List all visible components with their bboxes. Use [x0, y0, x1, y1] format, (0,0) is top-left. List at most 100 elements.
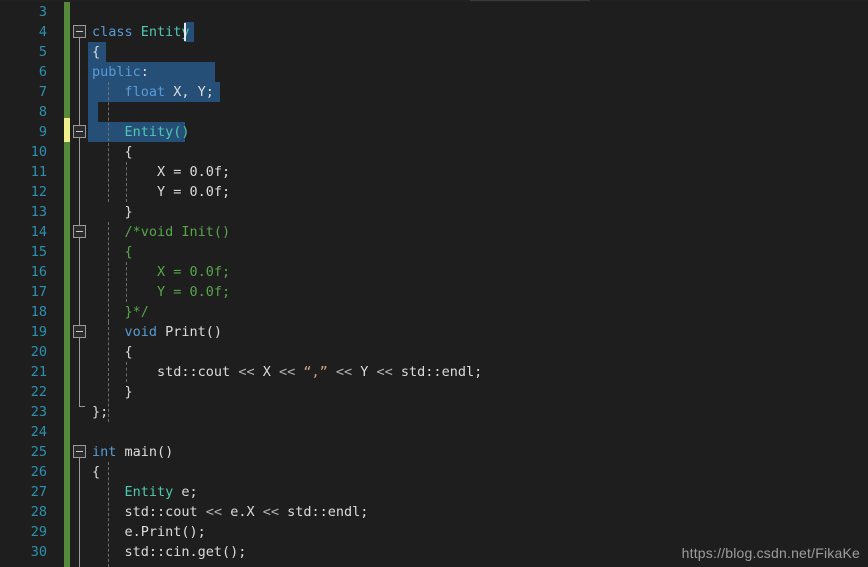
- line-number: 27: [30, 484, 47, 500]
- line-number: 12: [30, 184, 47, 200]
- line-number: 16: [30, 264, 47, 280]
- token-comment: X = 0.0f;: [92, 264, 231, 280]
- token-keyword: void: [92, 324, 158, 340]
- token-operator: <<: [335, 364, 353, 380]
- line-number: 15: [30, 244, 47, 260]
- token-plain: {: [92, 144, 133, 160]
- token-operator: <<: [278, 364, 296, 380]
- token-plain: std::cin.get();: [92, 544, 247, 560]
- line-number: 24: [30, 424, 47, 440]
- code-line: float X, Y;: [0, 82, 868, 102]
- code-line: {: [0, 342, 868, 362]
- line-number: 23: [30, 404, 47, 420]
- token-plain: Y: [352, 364, 377, 380]
- line-number: 3: [38, 4, 47, 20]
- token-plain: X = 0.0f;: [92, 164, 231, 180]
- fold-toggle-icon[interactable]: [73, 445, 86, 458]
- fold-toggle-icon[interactable]: [73, 125, 86, 138]
- fold-toggle-icon[interactable]: [73, 225, 86, 238]
- line-number-gutter: 3 4 5 6 7 8 9 10 11 12 13 14 15 16 17 18…: [0, 0, 56, 567]
- fold-range-line: [79, 458, 80, 567]
- code-line: int main(): [0, 442, 868, 462]
- line-number: 6: [38, 64, 47, 80]
- line-number: 10: [30, 144, 47, 160]
- token-plain: :: [140, 64, 149, 80]
- line-number: 21: [30, 364, 47, 380]
- fold-range-line: [79, 38, 80, 406]
- line-number: 18: [30, 304, 47, 320]
- line-number: 8: [38, 104, 47, 120]
- token-operator: <<: [238, 364, 255, 380]
- token-comment: Y = 0.0f;: [92, 284, 231, 300]
- token-plain: };: [92, 404, 109, 420]
- line-number: 13: [30, 204, 47, 220]
- token-plain: {: [92, 464, 101, 480]
- token-plain: }: [92, 384, 133, 400]
- change-indicator-bar: [64, 0, 70, 567]
- editor-top-divider: [0, 0, 868, 2]
- outlining-column[interactable]: [72, 0, 92, 567]
- change-segment-saved: [64, 142, 70, 567]
- line-number: 29: [30, 524, 47, 540]
- line-number: 17: [30, 284, 47, 300]
- token-plain: main(): [116, 444, 174, 460]
- token-plain: Y = 0.0f;: [92, 184, 231, 200]
- token-keyword: public: [92, 64, 141, 80]
- token-plain: std::endl;: [278, 504, 369, 520]
- token-plain: Print(): [157, 324, 223, 340]
- code-line: /*void Init(): [0, 222, 868, 242]
- token-plain: e.X: [222, 504, 263, 520]
- fold-range-foot: [79, 406, 85, 407]
- code-editor[interactable]: class Entity { public: float X, Y; Entit…: [0, 0, 868, 567]
- line-number: 22: [30, 384, 47, 400]
- token-operator: <<: [262, 504, 279, 520]
- line-number: 26: [30, 464, 47, 480]
- fold-toggle-icon[interactable]: [73, 25, 86, 38]
- code-line: std::cout << X << “,” << Y << std::endl;: [0, 362, 868, 382]
- code-content[interactable]: class Entity { public: float X, Y; Entit…: [0, 0, 868, 567]
- line-number: 11: [30, 164, 47, 180]
- line-number: 9: [38, 124, 47, 140]
- token-type: Entity: [92, 484, 174, 500]
- code-line: {: [0, 142, 868, 162]
- token-plain: X, Y;: [165, 84, 214, 100]
- token-type: Entity(): [92, 124, 190, 140]
- line-number: 14: [30, 224, 47, 240]
- token-plain: std::endl;: [392, 364, 483, 380]
- code-line: Y = 0.0f;: [0, 282, 868, 302]
- code-line: {: [0, 42, 868, 62]
- change-segment-unsaved: [64, 118, 70, 142]
- token-keyword: class: [92, 24, 133, 40]
- token-string: “,”: [295, 364, 336, 380]
- token-keyword: float: [92, 84, 166, 100]
- line-number: 20: [30, 344, 47, 360]
- token-plain: std::cout: [92, 364, 239, 380]
- code-line: public:: [0, 62, 868, 82]
- token-comment: {: [92, 244, 133, 260]
- code-line: void Print(): [0, 322, 868, 342]
- line-number: 19: [30, 324, 47, 340]
- token-plain: X: [254, 364, 279, 380]
- code-line: X = 0.0f;: [0, 162, 868, 182]
- token-plain: std::cout: [92, 504, 206, 520]
- token-plain: e.Print();: [92, 524, 206, 540]
- code-line: };: [0, 402, 868, 422]
- token-plain: {: [92, 344, 133, 360]
- token-operator: <<: [376, 364, 393, 380]
- code-line: {: [0, 462, 868, 482]
- line-number: 4: [38, 24, 47, 40]
- text-caret: [184, 23, 186, 41]
- line-number: 28: [30, 504, 47, 520]
- token-plain: {: [92, 44, 101, 60]
- code-line: std::cout << e.X << std::endl;: [0, 502, 868, 522]
- token-operator: <<: [205, 504, 223, 520]
- code-line: }: [0, 382, 868, 402]
- token-plain: }: [92, 204, 133, 220]
- code-line: Entity(): [0, 122, 868, 142]
- fold-toggle-icon[interactable]: [73, 325, 86, 338]
- token-comment: /*void Init(): [92, 224, 231, 240]
- line-number: 25: [30, 444, 47, 460]
